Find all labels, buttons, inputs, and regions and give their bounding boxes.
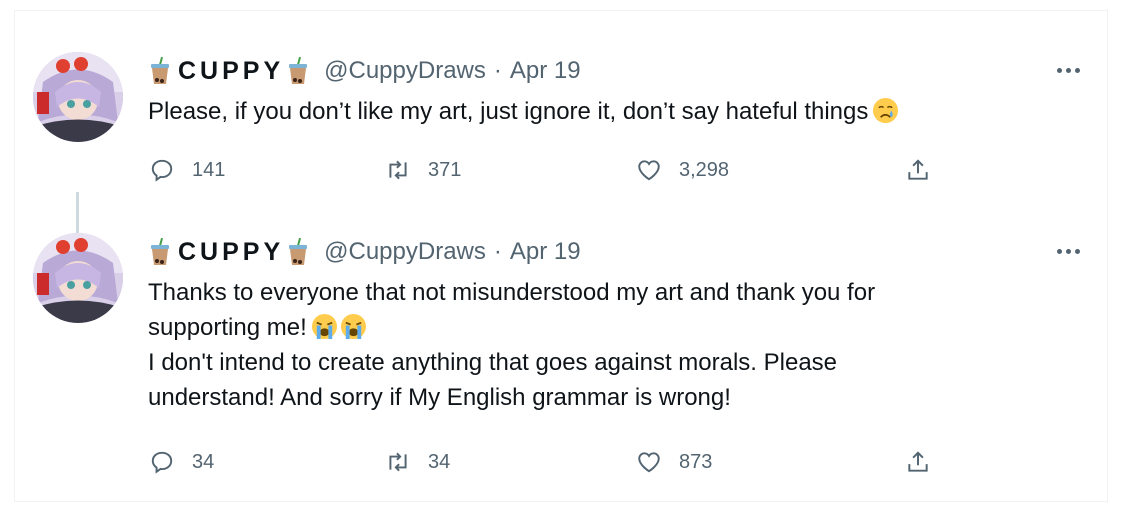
more-options-icon[interactable]	[1057, 241, 1087, 261]
like-button[interactable]: 3,298	[636, 157, 729, 183]
like-count: 873	[679, 450, 713, 473]
retweet-count: 34	[428, 450, 451, 473]
tweet-text-line: I don't intend to create anything that g…	[148, 349, 838, 376]
crying-face-icon	[873, 97, 899, 124]
tweet-text-line: supporting me!	[148, 314, 307, 341]
tweet-1[interactable]: CUPPY @CuppyDraws · Apr 19 Please, if yo…	[0, 50, 1121, 276]
tweet-text-line-with-emoji: supporting me!	[148, 310, 875, 345]
avatar[interactable]	[33, 233, 123, 323]
bubble-tea-icon	[289, 57, 308, 84]
like-count: 3,298	[679, 158, 730, 181]
reply-icon	[151, 159, 173, 182]
tweet-text: Thanks to everyone that not misunderstoo…	[148, 275, 875, 415]
tweet-text-line: understand! And sorry if My English gram…	[148, 384, 731, 411]
user-handle[interactable]: @CuppyDraws	[324, 57, 486, 85]
tweet-actions: 34 34 873	[0, 449, 1121, 479]
user-handle[interactable]: @CuppyDraws	[324, 238, 486, 266]
retweet-icon	[389, 452, 407, 472]
avatar[interactable]	[33, 52, 123, 142]
tweet-actions: 141 371 3,298	[0, 157, 1121, 187]
bubble-tea-icon	[289, 238, 308, 265]
tweet-text-line: Please, if you don’t like my art, just i…	[148, 98, 869, 125]
reply-button[interactable]: 141	[149, 157, 225, 183]
tweet-header: CUPPY @CuppyDraws · Apr 19	[148, 237, 581, 267]
bubble-tea-icon	[151, 238, 169, 265]
share-button[interactable]	[905, 449, 948, 475]
display-name[interactable]: CUPPY	[178, 57, 284, 86]
share-icon	[908, 451, 928, 472]
display-name[interactable]: CUPPY	[178, 238, 284, 267]
retweet-button[interactable]: 371	[385, 157, 461, 183]
share-icon	[908, 159, 928, 180]
reply-count: 141	[192, 158, 226, 181]
tweet-header: CUPPY @CuppyDraws · Apr 19	[148, 56, 581, 86]
like-button[interactable]: 873	[636, 449, 712, 475]
separator-dot: ·	[493, 57, 502, 84]
retweet-icon	[389, 160, 407, 180]
tweet-date[interactable]: Apr 19	[510, 238, 581, 266]
tweet-2[interactable]: CUPPY @CuppyDraws · Apr 19 Thanks to eve…	[0, 231, 1121, 501]
reply-count: 34	[192, 450, 215, 473]
retweet-count: 371	[428, 158, 462, 181]
heart-icon	[638, 160, 660, 181]
loudly-crying-face-icon	[340, 313, 366, 340]
reply-button[interactable]: 34	[149, 449, 214, 475]
loudly-crying-face-icon	[311, 313, 337, 340]
share-button[interactable]	[905, 157, 948, 183]
retweet-button[interactable]: 34	[385, 449, 450, 475]
tweet-text-line: Thanks to everyone that not misunderstoo…	[148, 279, 876, 306]
separator-dot: ·	[493, 238, 502, 265]
reply-icon	[151, 451, 173, 474]
heart-icon	[638, 452, 660, 473]
more-options-icon[interactable]	[1057, 60, 1087, 80]
bubble-tea-icon	[151, 57, 169, 84]
tweet-date[interactable]: Apr 19	[510, 57, 581, 85]
tweet-text: Please, if you don’t like my art, just i…	[148, 94, 899, 129]
